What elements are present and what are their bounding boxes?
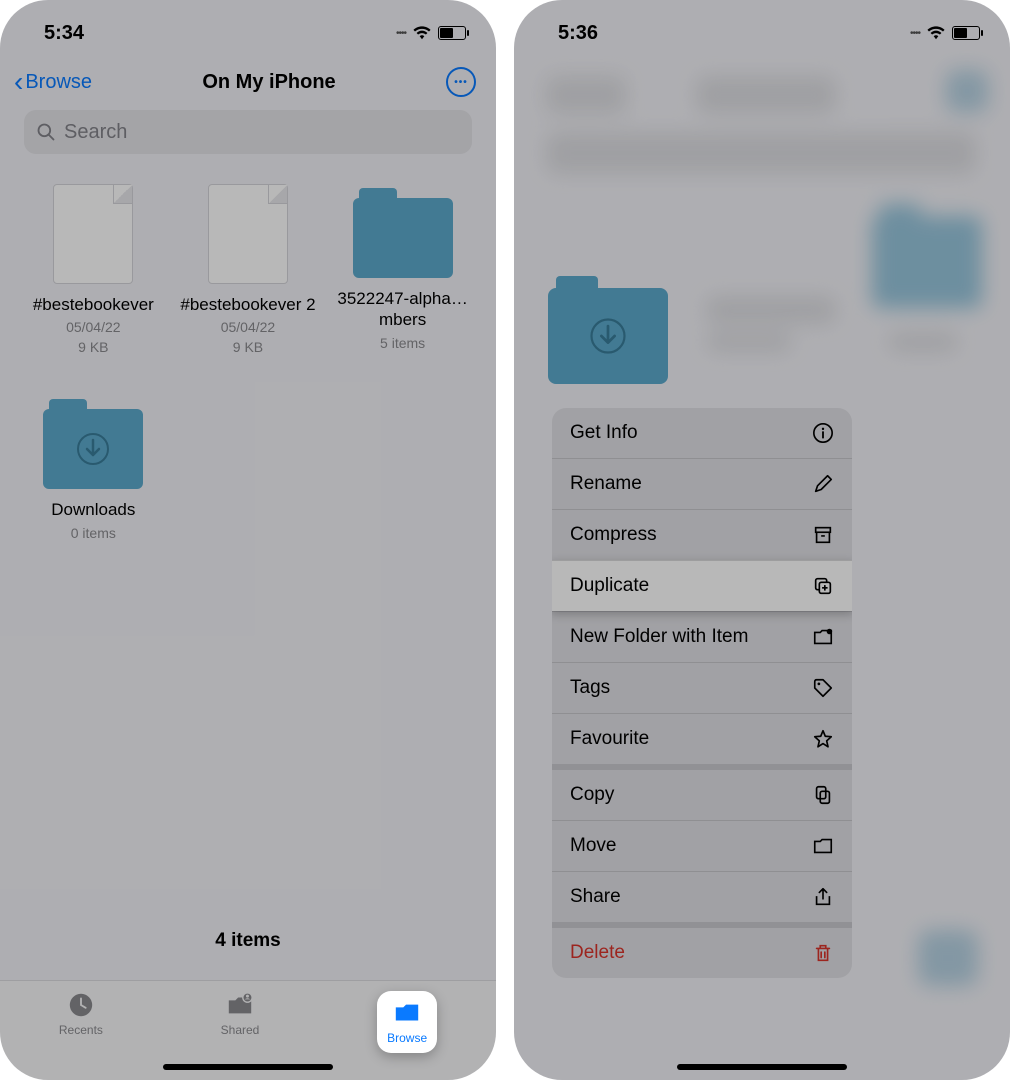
- file-item[interactable]: #bestebookever 05/04/22 9 KB: [16, 174, 171, 385]
- tab-recents[interactable]: Recents: [59, 991, 103, 1037]
- menu-label: Get Info: [570, 422, 638, 444]
- cellular-icon: ••••: [396, 28, 406, 39]
- clock: 5:36: [558, 22, 598, 45]
- trash-icon: [812, 942, 834, 964]
- menu-move[interactable]: Move: [552, 820, 852, 871]
- page-title: On My iPhone: [202, 71, 335, 94]
- file-size: 9 KB: [233, 339, 263, 355]
- document-icon: [208, 184, 288, 284]
- phone-screenshot-right: 5:36 •••• Get Info Rename: [514, 0, 1010, 1080]
- status-icons: ••••: [396, 26, 466, 40]
- file-name: #bestebookever 2: [180, 294, 315, 315]
- tab-browse-highlighted: Browse: [377, 991, 437, 1053]
- new-folder-icon: [812, 626, 834, 648]
- nav-bar: ‹ Browse On My iPhone •••: [0, 56, 496, 110]
- menu-label: New Folder with Item: [570, 626, 748, 648]
- cellular-icon: ••••: [910, 28, 920, 39]
- chevron-left-icon: ‹: [14, 66, 23, 98]
- menu-label: Compress: [570, 524, 657, 546]
- selected-downloads-folder[interactable]: [548, 288, 668, 384]
- tab-label: Recents: [59, 1023, 103, 1037]
- home-indicator[interactable]: [163, 1064, 333, 1070]
- status-bar: 5:36 ••••: [514, 0, 1010, 56]
- ellipsis-icon: •••: [454, 77, 468, 88]
- tab-label: Shared: [221, 1023, 260, 1037]
- folder-item[interactable]: Downloads 0 items: [16, 385, 171, 570]
- download-arrow-icon: [73, 429, 113, 469]
- file-date: 05/04/22: [221, 319, 276, 335]
- file-date: 05/04/22: [66, 319, 121, 335]
- wifi-icon: [926, 26, 946, 40]
- status-bar: 5:34 ••••: [0, 0, 496, 56]
- download-arrow-icon: [586, 314, 630, 358]
- shared-folder-icon: [225, 991, 255, 1019]
- file-size: 9 KB: [78, 339, 108, 355]
- folder-icon: [392, 999, 422, 1027]
- menu-label: Copy: [570, 784, 614, 806]
- clock: 5:34: [44, 22, 84, 45]
- tag-icon: [812, 677, 834, 699]
- search-input[interactable]: Search: [24, 110, 472, 154]
- search-placeholder: Search: [64, 121, 127, 144]
- menu-tags[interactable]: Tags: [552, 662, 852, 713]
- folder-item[interactable]: 3522247-alpha…mbers 5 items: [325, 174, 480, 385]
- battery-icon: [438, 26, 466, 40]
- folder-meta: 0 items: [71, 525, 116, 541]
- menu-get-info[interactable]: Get Info: [552, 408, 852, 458]
- tab-shared[interactable]: Shared: [221, 991, 260, 1037]
- menu-label: Favourite: [570, 728, 649, 750]
- file-name: #bestebookever: [33, 294, 154, 315]
- back-button[interactable]: ‹ Browse: [14, 66, 92, 98]
- clock-icon: [66, 991, 96, 1019]
- pencil-icon: [812, 473, 834, 495]
- menu-label: Tags: [570, 677, 610, 699]
- info-icon: [812, 422, 834, 444]
- menu-label: Share: [570, 886, 621, 908]
- menu-delete[interactable]: Delete: [552, 928, 852, 978]
- duplicate-icon: [812, 575, 834, 597]
- status-icons: ••••: [910, 26, 980, 40]
- menu-new-folder[interactable]: New Folder with Item: [552, 611, 852, 662]
- file-item[interactable]: #bestebookever 2 05/04/22 9 KB: [171, 174, 326, 385]
- wifi-icon: [412, 26, 432, 40]
- more-button[interactable]: •••: [446, 67, 476, 97]
- downloads-folder-icon: [43, 409, 143, 489]
- menu-copy[interactable]: Copy: [552, 770, 852, 820]
- file-grid: #bestebookever 05/04/22 9 KB #bestebooke…: [0, 174, 496, 571]
- menu-compress[interactable]: Compress: [552, 509, 852, 560]
- context-menu: Get Info Rename Compress Duplicate New F…: [552, 408, 852, 978]
- menu-label: Rename: [570, 473, 642, 495]
- folder-meta: 5 items: [380, 335, 425, 351]
- folder-icon: [353, 198, 453, 278]
- menu-label: Duplicate: [570, 575, 649, 597]
- star-icon: [812, 728, 834, 750]
- back-label: Browse: [25, 71, 92, 94]
- tab-browse[interactable]: Browse: [387, 999, 427, 1045]
- share-icon: [812, 886, 834, 908]
- menu-label: Delete: [570, 942, 625, 964]
- folder-name: 3522247-alpha…mbers: [331, 288, 474, 331]
- document-icon: [53, 184, 133, 284]
- menu-label: Move: [570, 835, 616, 857]
- battery-icon: [952, 26, 980, 40]
- home-indicator[interactable]: [677, 1064, 847, 1070]
- archive-icon: [812, 524, 834, 546]
- tab-label: Browse: [387, 1031, 427, 1045]
- folder-icon: [812, 835, 834, 857]
- item-count: 4 items: [0, 930, 496, 952]
- search-icon: [36, 122, 56, 142]
- menu-rename[interactable]: Rename: [552, 458, 852, 509]
- menu-duplicate[interactable]: Duplicate: [552, 560, 852, 611]
- copy-icon: [812, 784, 834, 806]
- folder-name: Downloads: [51, 499, 135, 520]
- menu-share[interactable]: Share: [552, 871, 852, 922]
- menu-favourite[interactable]: Favourite: [552, 713, 852, 764]
- phone-screenshot-left: 5:34 •••• ‹ Browse On My iPhone ••• Sear…: [0, 0, 496, 1080]
